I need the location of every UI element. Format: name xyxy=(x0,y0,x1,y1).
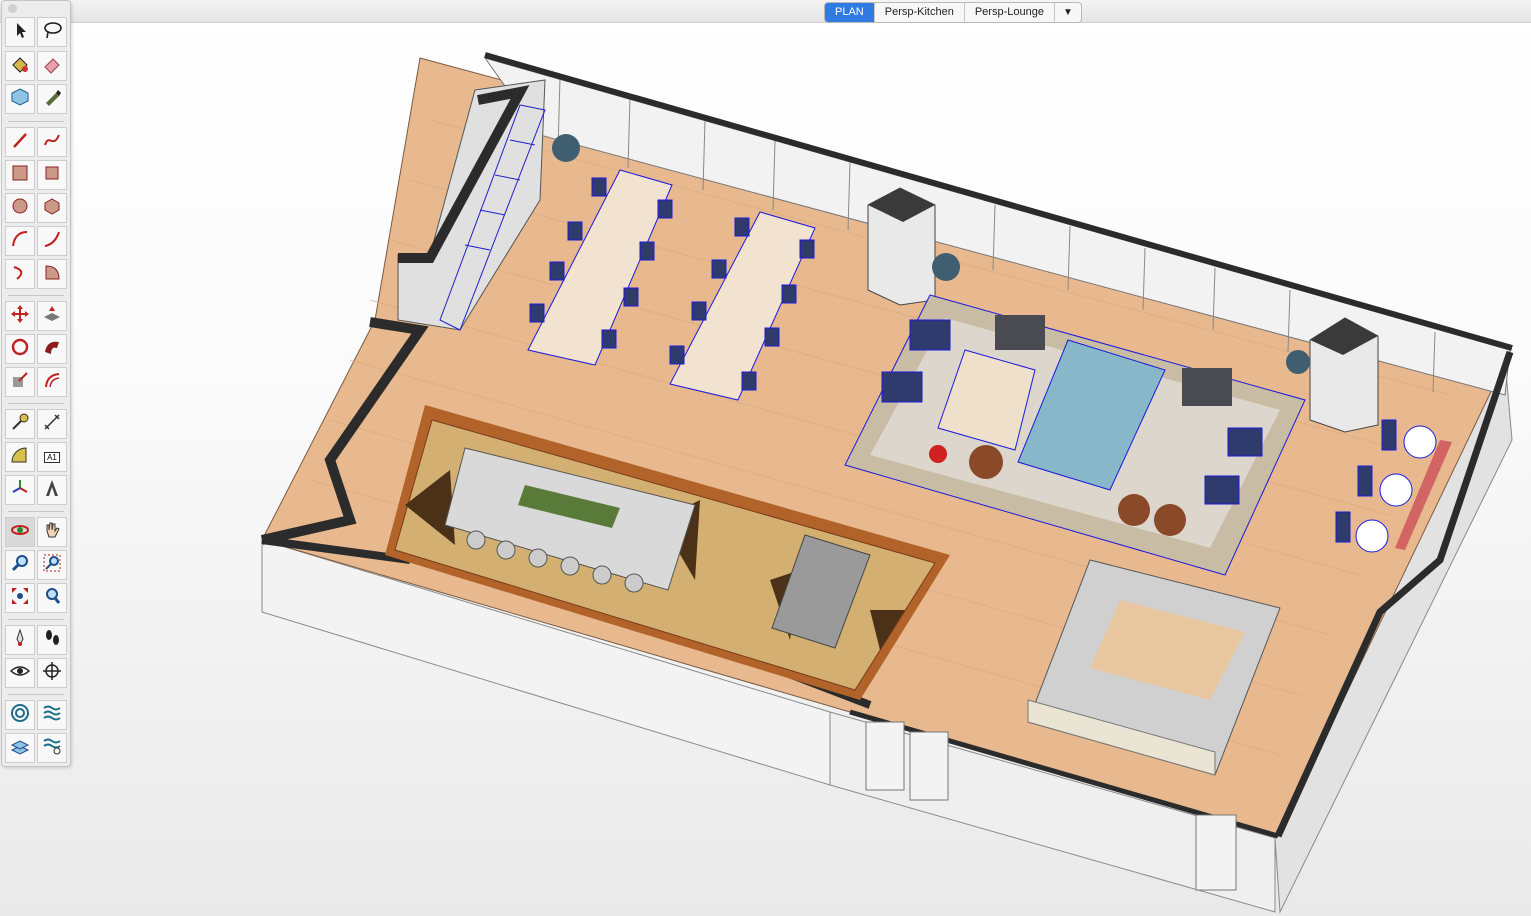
previous-view-tool-button[interactable] xyxy=(37,583,67,613)
paint-bucket-icon xyxy=(9,53,31,80)
text-tool-button[interactable]: A1 xyxy=(37,442,67,472)
magnifier-icon xyxy=(9,552,31,579)
eye-icon xyxy=(9,660,31,687)
toolbar-separator xyxy=(8,121,64,122)
three-point-arc-icon xyxy=(9,261,31,288)
look-around-tool-button[interactable] xyxy=(5,658,35,688)
section-plane-icon xyxy=(41,660,63,687)
previous-view-icon xyxy=(41,585,63,612)
pencil-icon xyxy=(9,129,31,156)
polygon-icon xyxy=(41,195,63,222)
model-axes-origin xyxy=(929,445,947,463)
two-point-arc-tool-button[interactable] xyxy=(37,226,67,256)
move-tool-button[interactable] xyxy=(5,301,35,331)
circle-icon xyxy=(9,195,31,222)
three-point-arc-tool-button[interactable] xyxy=(5,259,35,289)
lasso-tool-button[interactable] xyxy=(37,17,67,47)
toolbar-separator xyxy=(8,403,64,404)
rectangle-tool-button[interactable] xyxy=(5,160,35,190)
orbit-tool-button[interactable] xyxy=(5,517,35,547)
footprints-icon xyxy=(41,627,63,654)
section-plane-tool-button[interactable] xyxy=(37,658,67,688)
dimension-tool-button[interactable] xyxy=(37,409,67,439)
eraser-tool-button[interactable] xyxy=(37,51,67,81)
zoom-window-icon xyxy=(41,552,63,579)
ottoman-2[interactable] xyxy=(1182,368,1232,406)
zoom-tool-button[interactable] xyxy=(5,550,35,580)
select-tool-button[interactable] xyxy=(5,17,35,47)
polygon-tool-button[interactable] xyxy=(37,193,67,223)
3d-text-icon xyxy=(41,477,63,504)
tag-tool-button[interactable] xyxy=(37,84,67,114)
pan-tool-button[interactable] xyxy=(37,517,67,547)
model-viewport[interactable] xyxy=(0,0,1531,916)
push-pull-tool-button[interactable] xyxy=(37,301,67,331)
axes-icon xyxy=(9,477,31,504)
tape-measure-icon xyxy=(9,411,31,438)
ottoman-1[interactable] xyxy=(995,315,1045,350)
tape-measure-tool-button[interactable] xyxy=(5,409,35,439)
arc-tool-button[interactable] xyxy=(5,226,35,256)
lasso-icon xyxy=(41,19,63,46)
zoom-extents-tool-button[interactable] xyxy=(5,583,35,613)
paint-bucket-tool-button[interactable] xyxy=(5,51,35,81)
scale-tool-button[interactable] xyxy=(5,367,35,397)
toolbar-separator xyxy=(8,295,64,296)
pie-tool-button[interactable] xyxy=(37,259,67,289)
zoom-window-tool-button[interactable] xyxy=(37,550,67,580)
arrow-icon xyxy=(9,19,31,46)
freehand-tool-button[interactable] xyxy=(37,127,67,157)
sandbox-scratch-icon xyxy=(41,702,63,729)
tag-icon xyxy=(41,86,63,113)
sandbox-from-contours-tool-button[interactable] xyxy=(5,700,35,730)
two-point-arc-icon xyxy=(41,228,63,255)
rectangle-icon xyxy=(9,162,31,189)
3d-text-tool-button[interactable] xyxy=(37,475,67,505)
pie-icon xyxy=(41,261,63,288)
stamp-icon xyxy=(41,735,63,762)
rotate-icon xyxy=(9,336,31,363)
dimension-icon xyxy=(41,411,63,438)
rotated-rectangle-tool-button[interactable] xyxy=(37,160,67,190)
zoom-extents-icon xyxy=(9,585,31,612)
scale-icon xyxy=(9,369,31,396)
position-camera-icon xyxy=(9,627,31,654)
offset-tool-button[interactable] xyxy=(37,367,67,397)
offset-icon xyxy=(41,369,63,396)
follow-me-icon xyxy=(41,336,63,363)
freehand-icon xyxy=(41,129,63,156)
position-camera-tool-button[interactable] xyxy=(5,625,35,655)
rotate-tool-button[interactable] xyxy=(5,334,35,364)
line-tool-button[interactable] xyxy=(5,127,35,157)
hand-icon xyxy=(41,519,63,546)
circle-tool-button[interactable] xyxy=(5,193,35,223)
stamp-tool-button[interactable] xyxy=(37,733,67,763)
text-icon: A1 xyxy=(44,451,60,463)
toolbar-separator xyxy=(8,694,64,695)
protractor-icon xyxy=(9,444,31,471)
axes-tool-button[interactable] xyxy=(5,475,35,505)
sandbox-contours-icon xyxy=(9,702,31,729)
orbit-icon xyxy=(9,519,31,546)
toolbar-separator xyxy=(8,619,64,620)
walk-tool-button[interactable] xyxy=(37,625,67,655)
eraser-icon xyxy=(41,53,63,80)
push-pull-icon xyxy=(41,303,63,330)
component-tool-button[interactable] xyxy=(5,84,35,114)
tool-palette: A1 xyxy=(1,0,71,767)
palette-close-dot[interactable] xyxy=(8,4,17,13)
protractor-tool-button[interactable] xyxy=(5,442,35,472)
sandbox-from-scratch-tool-button[interactable] xyxy=(37,700,67,730)
move-icon xyxy=(9,303,31,330)
toolbar-separator xyxy=(8,511,64,512)
smoove-icon xyxy=(9,735,31,762)
smoove-tool-button[interactable] xyxy=(5,733,35,763)
component-icon xyxy=(9,86,31,113)
rotated-rectangle-icon xyxy=(41,162,63,189)
follow-me-tool-button[interactable] xyxy=(37,334,67,364)
arc-icon xyxy=(9,228,31,255)
